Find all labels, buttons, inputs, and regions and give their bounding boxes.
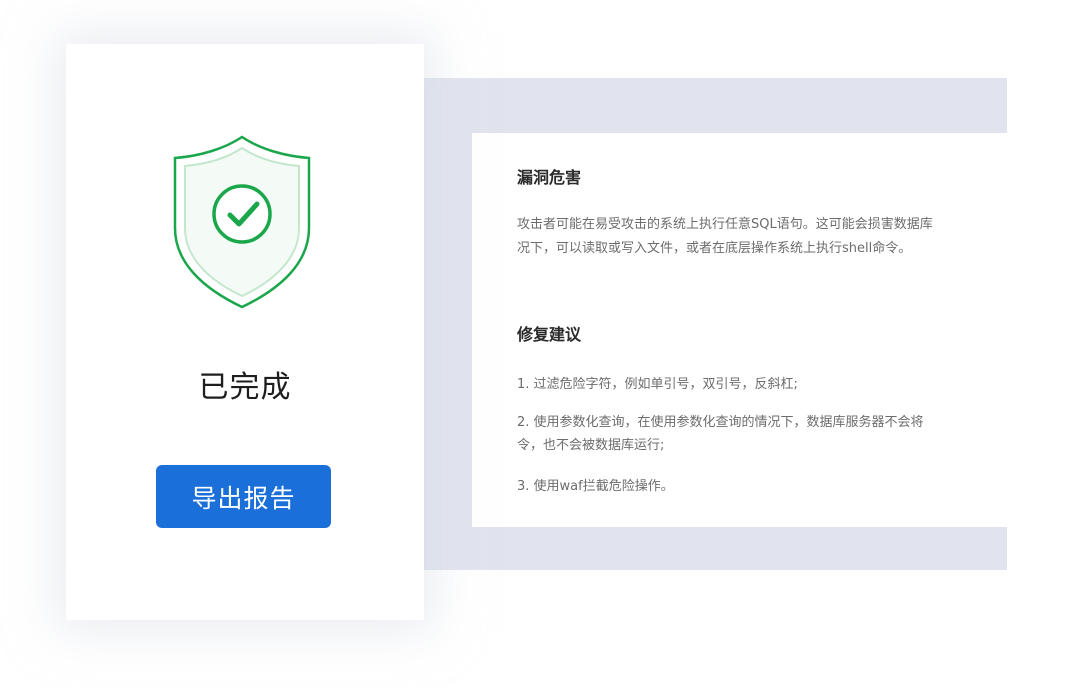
- fix-section-title: 修复建议: [517, 325, 582, 344]
- harm-text-line: 况下，可以读取或写入文件，或者在底层操作系统上执行shell命令。: [517, 241, 912, 256]
- fix-item-line: 2. 使用参数化查询，在使用参数化查询的情况下，数据库服务器不会将: [517, 415, 924, 430]
- fix-item-line: 1. 过滤危险字符，例如单引号，双引号，反斜杠;: [517, 377, 798, 392]
- shield-check-icon: [173, 135, 311, 309]
- scan-status-card: [66, 44, 424, 620]
- vulnerability-report-card: 漏洞危害 攻击者可能在易受攻击的系统上执行任意SQL语句。这可能会损害数据库 况…: [472, 133, 1007, 527]
- export-report-button[interactable]: 导出报告: [156, 465, 331, 528]
- harm-text-line: 攻击者可能在易受攻击的系统上执行任意SQL语句。这可能会损害数据库: [517, 217, 933, 232]
- fix-item-line: 令，也不会被数据库运行;: [517, 438, 665, 453]
- fix-item-line: 3. 使用waf拦截危险操作。: [517, 479, 674, 494]
- harm-section-title: 漏洞危害: [517, 168, 582, 187]
- status-label: 已完成: [198, 370, 292, 405]
